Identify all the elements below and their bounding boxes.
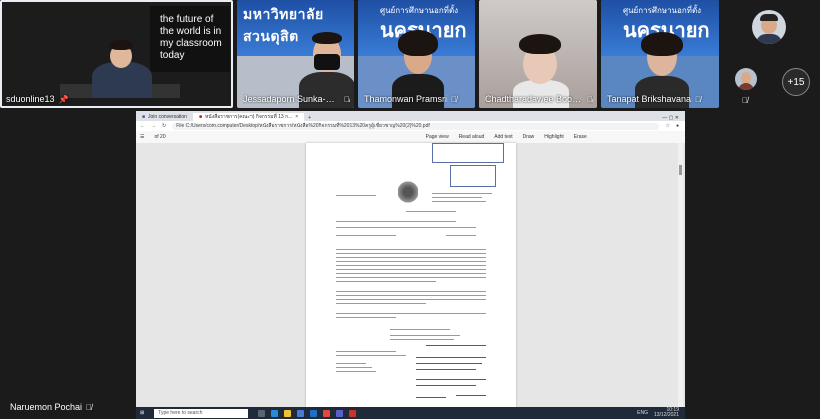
receipt-stamp bbox=[432, 143, 504, 163]
star-icon[interactable]: ☆ bbox=[665, 123, 669, 129]
language-indicator[interactable]: ENG bbox=[637, 410, 648, 416]
handwritten-note bbox=[426, 345, 486, 346]
pdf-viewer[interactable] bbox=[136, 143, 685, 407]
participant-hair bbox=[398, 30, 438, 56]
video-tile-jessadaporn[interactable]: มหาวิทยาลัยสวนดุสิต Jessadaporn Sunka-An… bbox=[237, 0, 354, 108]
profile-icon[interactable]: ● bbox=[676, 123, 679, 129]
browser-tab[interactable]: ■ Join conversation bbox=[136, 113, 193, 121]
tab-icon: ■ bbox=[142, 114, 146, 120]
board-text: the future of the world is in my classro… bbox=[160, 14, 222, 61]
browser-tabbar: ■ Join conversation ■ หนังสือราชการ(คณะฯ) … bbox=[136, 111, 685, 121]
participant-hair bbox=[641, 32, 683, 56]
erase-button[interactable]: Erase bbox=[574, 134, 587, 140]
pin-icon: 📌 bbox=[58, 94, 69, 104]
participant-thumbnail[interactable] bbox=[735, 68, 757, 90]
shared-screen: ■ Join conversation ■ หนังสือราชการ(คณะฯ) … bbox=[136, 111, 685, 419]
page-indicator[interactable]: of 20 bbox=[154, 134, 165, 140]
self-participant-name: Naruemon Pochai bbox=[10, 402, 83, 412]
mic-muted-icon: 🎙̸ bbox=[344, 94, 350, 104]
teams-icon[interactable] bbox=[336, 409, 344, 417]
file-explorer-icon[interactable] bbox=[284, 409, 292, 417]
page-view-button[interactable]: Page view bbox=[426, 134, 449, 140]
draw-button[interactable]: Draw bbox=[523, 134, 535, 140]
mic-muted-icon: 🎙̸ bbox=[587, 94, 593, 104]
windows-start-icon[interactable]: ⊞ bbox=[140, 410, 144, 416]
forward-icon[interactable]: → bbox=[151, 123, 156, 129]
browser-tab-active[interactable]: ■ หนังสือราชการ(คณะฯ) กิจกรรมที่ 13 ก... × bbox=[192, 113, 305, 121]
participant-name: Jessadaporn Sunka-Anu... bbox=[243, 94, 340, 104]
video-tile-chadtharadawee[interactable]: Chadtharadawee Boont... 🎙̸ bbox=[479, 0, 597, 108]
more-participants-button[interactable]: +15 bbox=[782, 68, 810, 96]
address-bar: ← → ↻ File C:/Users/com.computer/Desktop… bbox=[136, 121, 685, 131]
video-tile-tanapat[interactable]: ศูนย์การศึกษานอกที่ตั้ง นครนายก Tanapat … bbox=[601, 0, 719, 108]
windows-taskbar: ⊞ Type here to search ENG 10:19 13/12/20… bbox=[136, 407, 685, 419]
store-icon[interactable] bbox=[297, 409, 305, 417]
taskbar-clock-date[interactable]: 13/12/2021 bbox=[654, 413, 679, 418]
video-tile-thamonwan[interactable]: ศูนย์การศึกษานอกที่ตั้ง นครนายก Thamonwa… bbox=[358, 0, 475, 108]
add-text-button[interactable]: Add text bbox=[494, 134, 512, 140]
close-icon[interactable]: × bbox=[295, 114, 298, 120]
face-mask bbox=[314, 54, 340, 70]
pdf-page bbox=[306, 143, 516, 407]
participant-hair bbox=[312, 32, 342, 44]
mic-muted-icon: 🎙̸ bbox=[695, 94, 702, 104]
pdf-icon: ■ bbox=[198, 114, 202, 120]
video-tile-host[interactable]: the future of the world is in my classro… bbox=[0, 0, 233, 108]
read-aloud-button[interactable]: Read aloud bbox=[459, 134, 485, 140]
back-icon[interactable]: ← bbox=[140, 123, 145, 129]
participant-name: Thamonwan Pramsri bbox=[364, 94, 448, 104]
highlight-button[interactable]: Highlight bbox=[544, 134, 563, 140]
pdf-app-icon[interactable] bbox=[349, 409, 357, 417]
participant-name: Chadtharadawee Boont... bbox=[485, 94, 583, 104]
refresh-icon[interactable]: ↻ bbox=[162, 123, 166, 129]
participant-hair bbox=[519, 34, 561, 54]
scrollbar[interactable] bbox=[678, 143, 683, 407]
mic-muted-icon: 🎙̸ bbox=[86, 402, 93, 412]
garuda-emblem bbox=[398, 181, 418, 203]
contents-icon[interactable]: ☰ bbox=[140, 134, 144, 140]
mic-muted-icon: 🎙̸ bbox=[451, 94, 458, 104]
participant-thumbnail[interactable] bbox=[752, 10, 786, 44]
participant-name: sduonline13 bbox=[6, 94, 55, 104]
url-field[interactable]: File C:/Users/com.computer/Desktop/หนังส… bbox=[172, 122, 660, 130]
host-hair bbox=[109, 40, 133, 50]
mail-icon[interactable] bbox=[310, 409, 318, 417]
taskbar-search-input[interactable]: Type here to search bbox=[154, 408, 249, 418]
participant-name: Tanapat Brikshavana bbox=[607, 94, 692, 104]
chrome-icon[interactable] bbox=[323, 409, 331, 417]
task-view-icon[interactable] bbox=[258, 409, 266, 417]
mic-muted-icon: 🎙̸ bbox=[742, 96, 748, 105]
registration-stamp bbox=[450, 165, 496, 187]
edge-icon[interactable] bbox=[271, 409, 279, 417]
